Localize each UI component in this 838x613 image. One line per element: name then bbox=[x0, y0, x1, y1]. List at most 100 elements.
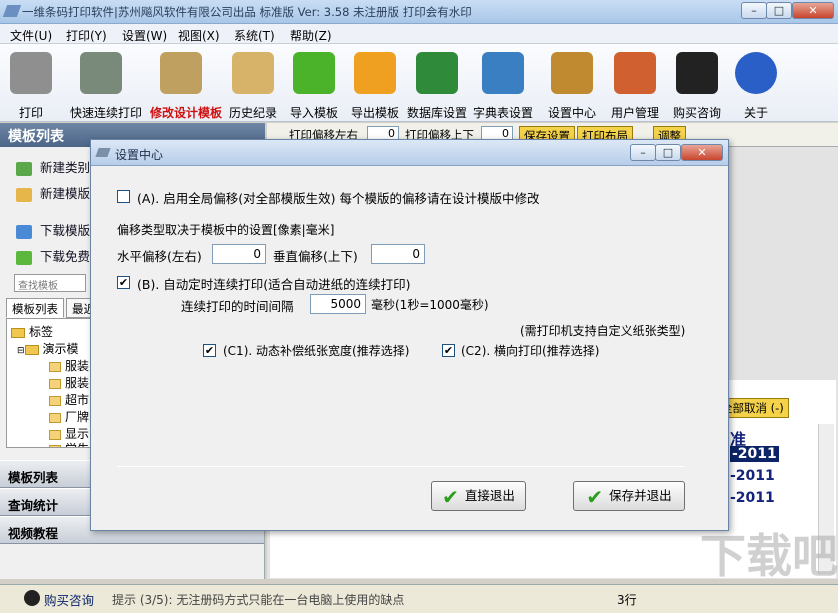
v-offset-input[interactable]: 0 bbox=[371, 244, 425, 264]
fast-print-icon bbox=[80, 52, 122, 94]
add-icon bbox=[16, 161, 32, 176]
list-row[interactable]: -2011 bbox=[730, 468, 775, 484]
window-title-bar: 一维条码打印软件|苏州飚风软件有限公司出品 标准版 Ver: 3.58 未注册版… bbox=[0, 0, 838, 24]
option-b-label: (B). 自动定时连续打印(适合自动进纸的连续打印) bbox=[137, 277, 411, 292]
tree-leaf[interactable]: 学生 bbox=[49, 440, 89, 447]
settings-center-button[interactable]: 设置中心 bbox=[541, 52, 603, 120]
new-template-link[interactable]: 新建模版 bbox=[16, 183, 90, 202]
exit-button[interactable]: ✔ 直接退出 bbox=[431, 481, 526, 511]
status-row-count: 3行 bbox=[617, 593, 637, 607]
printer-icon bbox=[10, 52, 52, 94]
option-a-label: (A). 启用全局偏移(对全部模版生效) 每个模版的偏移请在设计模版中修改 bbox=[137, 191, 540, 206]
dialog-close-button[interactable]: ✕ bbox=[681, 144, 723, 161]
option-c2-checkbox[interactable]: ✔ bbox=[442, 344, 455, 357]
arrow-right-icon bbox=[293, 52, 335, 94]
checkmark-icon: ✔ bbox=[586, 484, 604, 509]
tree-leaf[interactable]: 服装 bbox=[49, 374, 89, 391]
dialog-title: 设置中心 bbox=[115, 148, 164, 162]
download-free-link[interactable]: 下载免费 bbox=[16, 246, 90, 265]
status-bar: 购买咨询 提示 (3/5): 无注册码方式只能在一台电脑上使用的缺点 3行 bbox=[0, 584, 838, 613]
users-icon bbox=[614, 52, 656, 94]
save-exit-button[interactable]: ✔ 保存并退出 bbox=[573, 481, 685, 511]
close-button[interactable]: ✕ bbox=[792, 2, 834, 19]
about-button[interactable]: 关于 bbox=[725, 52, 787, 120]
arrow-left-icon bbox=[354, 52, 396, 94]
download-arrow-icon bbox=[16, 250, 32, 265]
toolbar: 打印 快速连续打印 修改设计模板 历史纪录 导入模板 导出模板 数据库设置 字典… bbox=[0, 44, 838, 122]
folder-icon bbox=[24, 344, 39, 355]
address-book-icon bbox=[482, 52, 524, 94]
offset-type-note: 偏移类型取决于模板中的设置[像素|毫米] bbox=[117, 223, 335, 237]
window-title: 一维条码打印软件|苏州飚风软件有限公司出品 标准版 Ver: 3.58 未注册版… bbox=[22, 5, 472, 19]
app-icon bbox=[2, 5, 22, 17]
tree-leaf[interactable]: 超市 bbox=[49, 391, 89, 408]
tab-template-list[interactable]: 模板列表 bbox=[6, 298, 64, 318]
settings-dialog: 设置中心 – □ ✕ (A). 启用全局偏移(对全部模版生效) 每个模版的偏移请… bbox=[90, 139, 729, 531]
menu-settings[interactable]: 设置(W) bbox=[122, 27, 167, 44]
h-offset-label: 水平偏移(左右) bbox=[117, 249, 202, 264]
menu-print[interactable]: 打印(Y) bbox=[66, 27, 107, 44]
menu-help[interactable]: 帮助(Z) bbox=[290, 27, 332, 44]
import-template-button[interactable]: 导入模板 bbox=[283, 52, 345, 120]
option-b-checkbox[interactable]: ✔ bbox=[117, 276, 130, 289]
option-c1-checkbox[interactable]: ✔ bbox=[203, 344, 216, 357]
tree-node-root[interactable]: 标签 bbox=[11, 323, 53, 340]
new-file-icon bbox=[16, 187, 32, 202]
wrench-screwdriver-icon bbox=[551, 52, 593, 94]
status-buy-consult[interactable]: 购买咨询 bbox=[44, 590, 94, 609]
h-offset-input[interactable]: 0 bbox=[212, 244, 266, 264]
template-icon bbox=[49, 444, 61, 447]
option-a-checkbox[interactable] bbox=[117, 190, 130, 203]
menu-system[interactable]: 系统(T) bbox=[234, 27, 275, 44]
interval-label: 连续打印的时间间隔 bbox=[181, 299, 294, 314]
user-management-button[interactable]: 用户管理 bbox=[604, 52, 666, 120]
option-c1-label: (C1). 动态补偿纸张宽度(推荐选择) bbox=[223, 344, 410, 358]
download-template-link[interactable]: 下载模版 bbox=[16, 220, 90, 239]
v-offset-label: 垂直偏移(上下) bbox=[273, 249, 358, 264]
qq-penguin-icon bbox=[676, 52, 718, 94]
design-template-button[interactable]: 修改设计模板 bbox=[150, 52, 222, 120]
list-row-selected[interactable]: -2011 bbox=[730, 446, 779, 462]
maximize-button[interactable]: □ bbox=[766, 2, 792, 19]
template-icon bbox=[49, 412, 61, 423]
printer-note: (需打印机支持自定义纸张类型) bbox=[520, 324, 686, 338]
export-template-button[interactable]: 导出模板 bbox=[344, 52, 406, 120]
design-tools-icon bbox=[160, 52, 202, 94]
buy-consult-button[interactable]: 购买咨询 bbox=[666, 52, 728, 120]
template-icon bbox=[49, 429, 61, 440]
menu-bar: 文件(U) 打印(Y) 设置(W) 视图(X) 系统(T) 帮助(Z) bbox=[0, 24, 838, 44]
clipboard-icon bbox=[232, 52, 274, 94]
download-window-icon bbox=[16, 224, 32, 239]
folder-icon bbox=[11, 327, 25, 338]
option-c2-label: (C2). 横向打印(推荐选择) bbox=[461, 344, 600, 358]
tree-node-demo[interactable]: ⊟ 演示模 bbox=[17, 340, 79, 357]
template-search-input[interactable]: 查找模板 bbox=[14, 274, 86, 292]
qq-penguin-icon bbox=[24, 590, 40, 606]
interval-input[interactable]: 5000 bbox=[310, 294, 366, 314]
tree-leaf[interactable]: 服装 bbox=[49, 357, 89, 374]
dialog-divider bbox=[117, 466, 685, 467]
template-icon bbox=[49, 361, 61, 372]
app-icon bbox=[95, 148, 111, 157]
fast-print-button[interactable]: 快速连续打印 bbox=[70, 52, 142, 120]
dialog-minimize-button[interactable]: – bbox=[630, 144, 656, 161]
checkmark-icon: ✔ bbox=[442, 484, 459, 509]
menu-file[interactable]: 文件(U) bbox=[10, 27, 52, 44]
menu-view[interactable]: 视图(X) bbox=[178, 27, 220, 44]
tree-leaf[interactable]: 厂牌 bbox=[49, 408, 89, 425]
new-category-link[interactable]: 新建类别 bbox=[16, 157, 90, 176]
interval-unit: 毫秒(1秒=1000毫秒) bbox=[371, 298, 489, 312]
excel-icon bbox=[416, 52, 458, 94]
database-settings-button[interactable]: 数据库设置 bbox=[406, 52, 468, 120]
template-icon bbox=[49, 395, 61, 406]
dialog-title-bar: 设置中心 – □ ✕ bbox=[91, 140, 728, 166]
print-button[interactable]: 打印 bbox=[0, 52, 62, 120]
template-icon bbox=[49, 378, 61, 389]
dialog-maximize-button[interactable]: □ bbox=[655, 144, 681, 161]
status-tip: 提示 (3/5): 无注册码方式只能在一台电脑上使用的缺点 bbox=[112, 593, 405, 607]
history-button[interactable]: 历史纪录 bbox=[222, 52, 284, 120]
minimize-button[interactable]: – bbox=[741, 2, 767, 19]
info-icon bbox=[735, 52, 777, 94]
dictionary-settings-button[interactable]: 字典表设置 bbox=[472, 52, 534, 120]
list-row[interactable]: -2011 bbox=[730, 490, 775, 506]
